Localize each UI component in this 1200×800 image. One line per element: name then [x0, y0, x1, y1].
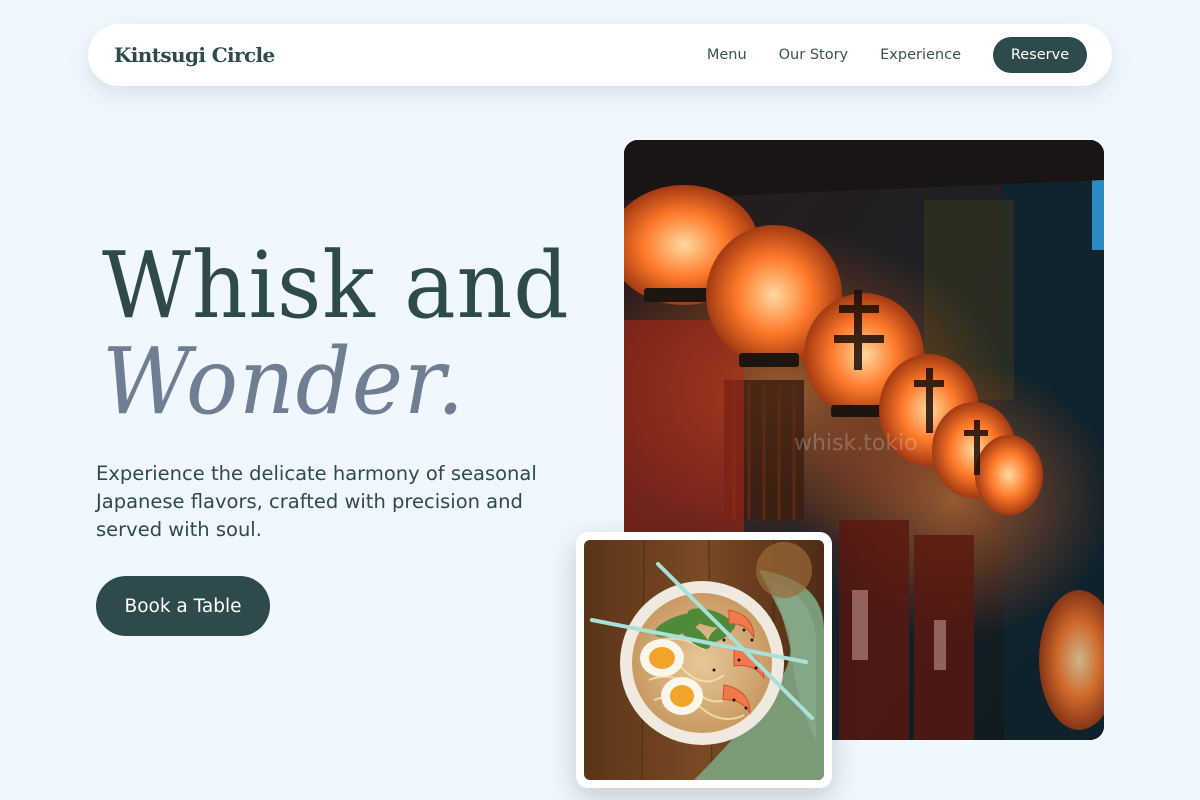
- ramen-illustration: [584, 540, 824, 780]
- nav-link-menu[interactable]: Menu: [707, 47, 747, 63]
- hero-title-line1: Whisk and: [102, 232, 570, 339]
- brand-logo[interactable]: Kintsugi Circle: [114, 43, 275, 67]
- hero-subtitle: Experience the delicate harmony of seaso…: [96, 462, 537, 541]
- nav-link-experience[interactable]: Experience: [880, 47, 961, 63]
- hero-title: Whisk and Wonder.: [102, 238, 570, 430]
- nav-link-our-story[interactable]: Our Story: [779, 47, 848, 63]
- nav-links: Menu Our Story Experience Reserve: [675, 37, 1087, 73]
- ramen-bowl-photo: [584, 540, 824, 780]
- hero-title-line2: Wonder.: [102, 328, 466, 435]
- navbar: Kintsugi Circle Menu Our Story Experienc…: [88, 24, 1112, 86]
- ramen-photo-card: [576, 532, 832, 788]
- photo-watermark: whisk.tokio: [794, 431, 918, 456]
- reserve-button[interactable]: Reserve: [993, 37, 1087, 73]
- book-table-button[interactable]: Book a Table: [96, 576, 270, 636]
